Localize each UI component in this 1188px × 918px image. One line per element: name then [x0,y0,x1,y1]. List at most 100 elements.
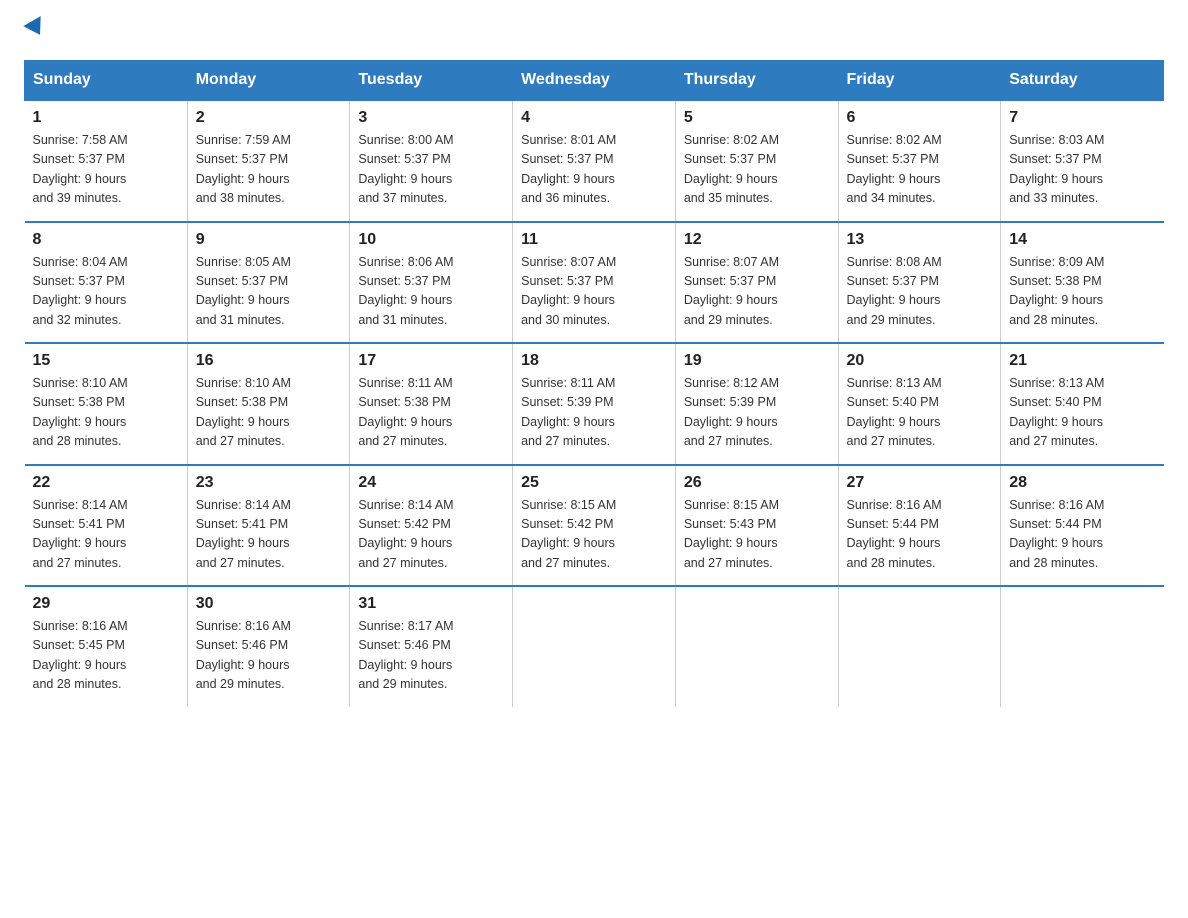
day-info: Sunrise: 8:02 AM Sunset: 5:37 PM Dayligh… [684,131,830,209]
header-wednesday: Wednesday [513,61,676,101]
day-info: Sunrise: 8:12 AM Sunset: 5:39 PM Dayligh… [684,374,830,452]
day-number: 8 [33,231,179,249]
week-row: 22 Sunrise: 8:14 AM Sunset: 5:41 PM Dayl… [25,465,1164,587]
calendar-cell: 2 Sunrise: 7:59 AM Sunset: 5:37 PM Dayli… [187,100,350,222]
day-info: Sunrise: 8:17 AM Sunset: 5:46 PM Dayligh… [358,617,504,695]
calendar-cell: 11 Sunrise: 8:07 AM Sunset: 5:37 PM Dayl… [513,222,676,344]
day-info: Sunrise: 8:00 AM Sunset: 5:37 PM Dayligh… [358,131,504,209]
day-info: Sunrise: 8:05 AM Sunset: 5:37 PM Dayligh… [196,253,342,331]
calendar-cell: 8 Sunrise: 8:04 AM Sunset: 5:37 PM Dayli… [25,222,188,344]
day-number: 29 [33,595,179,613]
calendar-cell: 7 Sunrise: 8:03 AM Sunset: 5:37 PM Dayli… [1001,100,1164,222]
header-saturday: Saturday [1001,61,1164,101]
calendar-cell [1001,586,1164,707]
day-number: 19 [684,352,830,370]
calendar-cell: 16 Sunrise: 8:10 AM Sunset: 5:38 PM Dayl… [187,343,350,465]
calendar-cell [838,586,1001,707]
calendar-cell: 29 Sunrise: 8:16 AM Sunset: 5:45 PM Dayl… [25,586,188,707]
day-number: 7 [1009,109,1155,127]
week-row: 8 Sunrise: 8:04 AM Sunset: 5:37 PM Dayli… [25,222,1164,344]
header-tuesday: Tuesday [350,61,513,101]
calendar-cell: 27 Sunrise: 8:16 AM Sunset: 5:44 PM Dayl… [838,465,1001,587]
calendar-cell: 26 Sunrise: 8:15 AM Sunset: 5:43 PM Dayl… [675,465,838,587]
calendar-cell: 4 Sunrise: 8:01 AM Sunset: 5:37 PM Dayli… [513,100,676,222]
calendar-cell: 18 Sunrise: 8:11 AM Sunset: 5:39 PM Dayl… [513,343,676,465]
day-info: Sunrise: 8:11 AM Sunset: 5:39 PM Dayligh… [521,374,667,452]
day-info: Sunrise: 8:02 AM Sunset: 5:37 PM Dayligh… [847,131,993,209]
day-number: 25 [521,474,667,492]
day-info: Sunrise: 8:03 AM Sunset: 5:37 PM Dayligh… [1009,131,1155,209]
day-number: 31 [358,595,504,613]
day-info: Sunrise: 8:16 AM Sunset: 5:44 PM Dayligh… [1009,496,1155,574]
day-number: 9 [196,231,342,249]
day-info: Sunrise: 8:16 AM Sunset: 5:44 PM Dayligh… [847,496,993,574]
calendar-cell: 22 Sunrise: 8:14 AM Sunset: 5:41 PM Dayl… [25,465,188,587]
calendar-header: SundayMondayTuesdayWednesdayThursdayFrid… [25,61,1164,101]
week-row: 1 Sunrise: 7:58 AM Sunset: 5:37 PM Dayli… [25,100,1164,222]
day-number: 28 [1009,474,1155,492]
day-info: Sunrise: 8:10 AM Sunset: 5:38 PM Dayligh… [196,374,342,452]
day-number: 27 [847,474,993,492]
day-info: Sunrise: 8:07 AM Sunset: 5:37 PM Dayligh… [521,253,667,331]
calendar-cell: 19 Sunrise: 8:12 AM Sunset: 5:39 PM Dayl… [675,343,838,465]
day-number: 21 [1009,352,1155,370]
day-info: Sunrise: 8:14 AM Sunset: 5:42 PM Dayligh… [358,496,504,574]
calendar-cell: 31 Sunrise: 8:17 AM Sunset: 5:46 PM Dayl… [350,586,513,707]
page-header [24,24,1164,40]
week-row: 29 Sunrise: 8:16 AM Sunset: 5:45 PM Dayl… [25,586,1164,707]
day-number: 11 [521,231,667,249]
day-info: Sunrise: 8:14 AM Sunset: 5:41 PM Dayligh… [196,496,342,574]
calendar-cell: 30 Sunrise: 8:16 AM Sunset: 5:46 PM Dayl… [187,586,350,707]
calendar-body: 1 Sunrise: 7:58 AM Sunset: 5:37 PM Dayli… [25,100,1164,707]
header-monday: Monday [187,61,350,101]
day-number: 23 [196,474,342,492]
day-info: Sunrise: 8:08 AM Sunset: 5:37 PM Dayligh… [847,253,993,331]
header-thursday: Thursday [675,61,838,101]
calendar-cell: 15 Sunrise: 8:10 AM Sunset: 5:38 PM Dayl… [25,343,188,465]
header-friday: Friday [838,61,1001,101]
calendar-cell: 12 Sunrise: 8:07 AM Sunset: 5:37 PM Dayl… [675,222,838,344]
day-info: Sunrise: 8:01 AM Sunset: 5:37 PM Dayligh… [521,131,667,209]
calendar-cell [513,586,676,707]
day-info: Sunrise: 8:07 AM Sunset: 5:37 PM Dayligh… [684,253,830,331]
day-info: Sunrise: 8:06 AM Sunset: 5:37 PM Dayligh… [358,253,504,331]
calendar-table: SundayMondayTuesdayWednesdayThursdayFrid… [24,60,1164,707]
day-number: 14 [1009,231,1155,249]
day-number: 13 [847,231,993,249]
calendar-cell: 1 Sunrise: 7:58 AM Sunset: 5:37 PM Dayli… [25,100,188,222]
day-info: Sunrise: 8:15 AM Sunset: 5:42 PM Dayligh… [521,496,667,574]
day-number: 2 [196,109,342,127]
day-info: Sunrise: 8:14 AM Sunset: 5:41 PM Dayligh… [33,496,179,574]
calendar-cell: 6 Sunrise: 8:02 AM Sunset: 5:37 PM Dayli… [838,100,1001,222]
day-info: Sunrise: 8:11 AM Sunset: 5:38 PM Dayligh… [358,374,504,452]
header-row: SundayMondayTuesdayWednesdayThursdayFrid… [25,61,1164,101]
day-number: 26 [684,474,830,492]
calendar-cell: 10 Sunrise: 8:06 AM Sunset: 5:37 PM Dayl… [350,222,513,344]
day-number: 18 [521,352,667,370]
day-info: Sunrise: 8:15 AM Sunset: 5:43 PM Dayligh… [684,496,830,574]
day-number: 1 [33,109,179,127]
day-number: 30 [196,595,342,613]
day-info: Sunrise: 8:16 AM Sunset: 5:46 PM Dayligh… [196,617,342,695]
calendar-cell: 24 Sunrise: 8:14 AM Sunset: 5:42 PM Dayl… [350,465,513,587]
calendar-cell: 14 Sunrise: 8:09 AM Sunset: 5:38 PM Dayl… [1001,222,1164,344]
day-info: Sunrise: 8:13 AM Sunset: 5:40 PM Dayligh… [1009,374,1155,452]
day-number: 22 [33,474,179,492]
calendar-cell: 5 Sunrise: 8:02 AM Sunset: 5:37 PM Dayli… [675,100,838,222]
week-row: 15 Sunrise: 8:10 AM Sunset: 5:38 PM Dayl… [25,343,1164,465]
day-number: 24 [358,474,504,492]
calendar-cell: 23 Sunrise: 8:14 AM Sunset: 5:41 PM Dayl… [187,465,350,587]
calendar-cell: 13 Sunrise: 8:08 AM Sunset: 5:37 PM Dayl… [838,222,1001,344]
day-number: 6 [847,109,993,127]
day-info: Sunrise: 8:16 AM Sunset: 5:45 PM Dayligh… [33,617,179,695]
calendar-cell: 25 Sunrise: 8:15 AM Sunset: 5:42 PM Dayl… [513,465,676,587]
day-number: 12 [684,231,830,249]
logo-triangle-icon [23,16,48,40]
day-number: 3 [358,109,504,127]
calendar-cell: 3 Sunrise: 8:00 AM Sunset: 5:37 PM Dayli… [350,100,513,222]
day-info: Sunrise: 7:59 AM Sunset: 5:37 PM Dayligh… [196,131,342,209]
day-info: Sunrise: 7:58 AM Sunset: 5:37 PM Dayligh… [33,131,179,209]
calendar-cell: 9 Sunrise: 8:05 AM Sunset: 5:37 PM Dayli… [187,222,350,344]
day-info: Sunrise: 8:09 AM Sunset: 5:38 PM Dayligh… [1009,253,1155,331]
day-number: 15 [33,352,179,370]
